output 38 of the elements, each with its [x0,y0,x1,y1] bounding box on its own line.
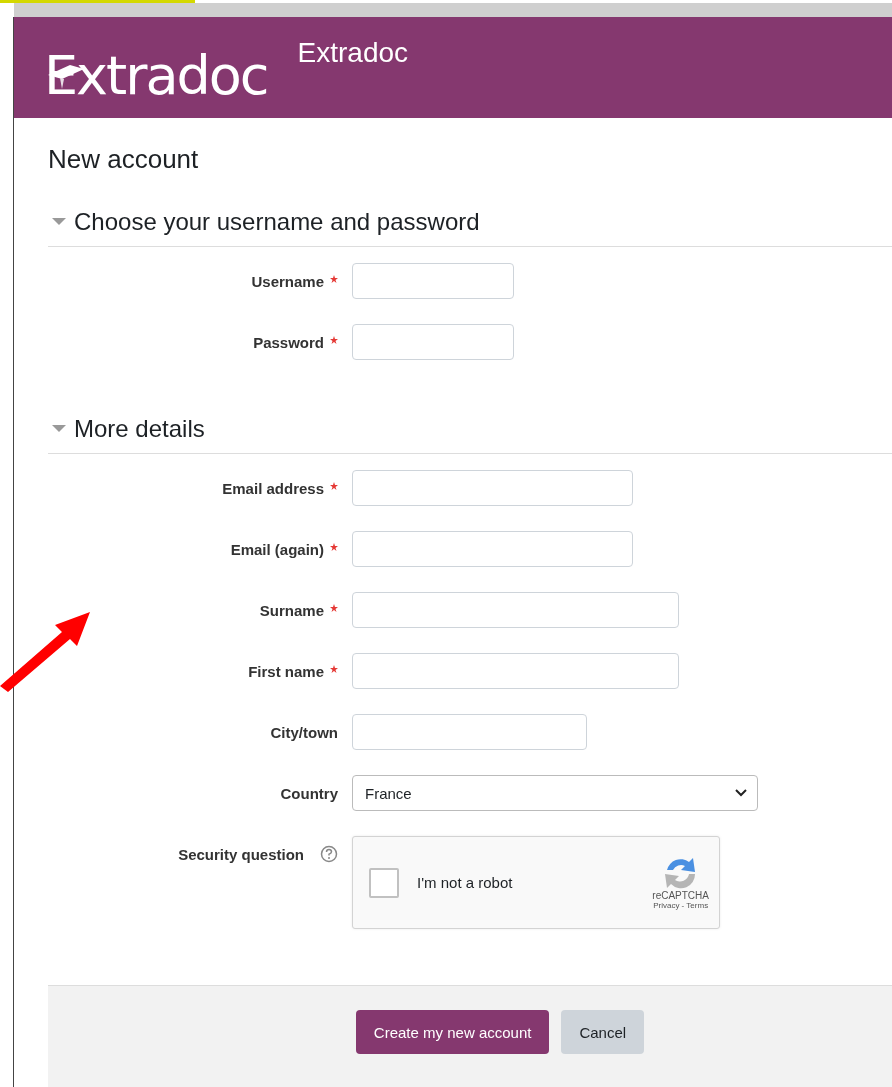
section-title[interactable]: Choose your username and password [74,208,480,236]
caret-icon[interactable] [52,218,66,226]
input-field[interactable] [352,592,679,628]
page-title: New account [48,144,200,176]
caret-icon[interactable] [52,425,66,433]
submit-button[interactable]: Create my new account [355,1010,550,1054]
input-field[interactable] [352,714,587,750]
cancel-button[interactable]: Cancel [561,1010,645,1054]
input-field[interactable] [352,531,633,567]
field-label: Email (again) [230,540,324,558]
captcha-links[interactable]: Privacy - Terms [653,900,709,910]
required-icon [330,336,338,344]
site-title[interactable]: Extradoc [297,37,409,69]
field-label: Username [251,272,324,290]
help-icon[interactable] [320,845,338,863]
field-label: City/town [270,723,338,741]
required-icon [330,482,338,490]
field-label: Email address [222,479,324,497]
field-label: Security question [178,845,304,863]
required-icon [330,665,338,673]
logo-text[interactable]: Extradoc [44,49,268,103]
field-label: Country [280,784,338,802]
captcha-brand: reCAPTCHA [652,889,709,901]
input-field[interactable] [352,324,514,360]
captcha-checkbox[interactable] [369,867,399,898]
required-icon [330,275,338,283]
field-label: First name [248,662,324,680]
field-label: Password [253,333,324,351]
chevron-icon [735,789,747,797]
input-field[interactable] [352,470,633,506]
input-field[interactable] [352,263,514,299]
input-field[interactable] [352,653,679,689]
section-title[interactable]: More details [74,415,205,443]
country-select[interactable]: France [352,775,758,811]
required-icon [330,543,338,551]
checkbox-label: I'm not a robot [417,874,514,891]
required-icon [330,604,338,612]
field-label: Surname [259,601,324,619]
